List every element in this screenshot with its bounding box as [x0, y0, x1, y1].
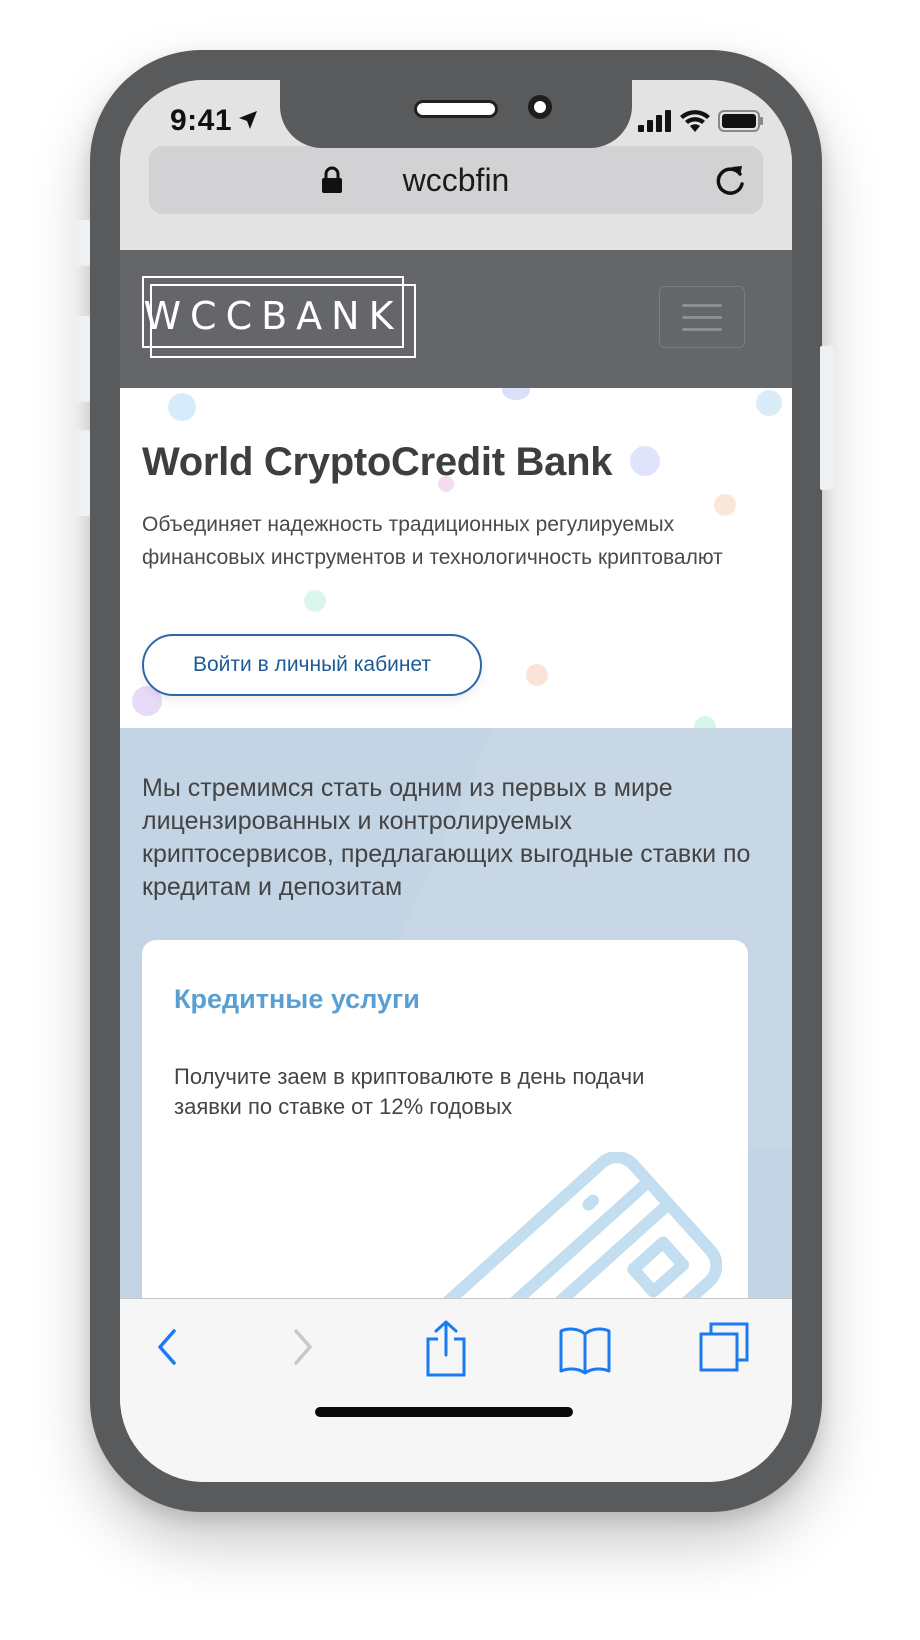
login-cabinet-button[interactable]: Войти в личный кабинет [142, 634, 482, 696]
decorative-dot [502, 388, 530, 400]
credit-services-card[interactable]: Кредитные услуги Получите заем в криптов… [142, 940, 748, 1318]
site-header: WCCBANK [120, 250, 792, 388]
home-indicator[interactable] [315, 1407, 573, 1417]
card-title: Кредитные услуги [174, 984, 420, 1014]
hero-section: World CryptoCredit Bank Объединяет надеж… [120, 388, 792, 728]
wccbank-logo[interactable]: WCCBANK [142, 276, 416, 358]
decorative-dot [168, 393, 196, 421]
mission-text: Мы стремимся стать одним из первых в мир… [142, 774, 751, 901]
address-bar[interactable]: wccbfin [149, 146, 763, 214]
battery-icon [718, 110, 763, 132]
volume-down-button [76, 430, 90, 516]
logo-text: WCCBANK [143, 294, 403, 338]
card-text: Получите заем в криптовалюте в день пода… [174, 1064, 645, 1119]
bookmarks-icon[interactable] [558, 1325, 612, 1375]
hero-title: World CryptoCredit Bank [142, 440, 613, 484]
mission-section: Мы стремимся стать одним из первых в мир… [120, 728, 792, 1318]
signal-icon [638, 110, 671, 132]
tabs-icon[interactable] [698, 1321, 750, 1373]
status-time: 9:41 [170, 104, 233, 137]
credit-card-icon [435, 1152, 722, 1318]
speaker [414, 100, 498, 118]
status-indicators [638, 110, 764, 132]
decorative-dot [756, 390, 782, 416]
decorative-dot [630, 446, 660, 476]
forward-icon[interactable] [290, 1325, 316, 1369]
share-icon[interactable] [424, 1319, 468, 1377]
hamburger-icon [682, 315, 722, 319]
notch [280, 80, 632, 148]
volume-up-button [76, 316, 90, 402]
location-arrow-icon [239, 111, 257, 129]
front-camera [528, 95, 552, 119]
decorative-dot [694, 716, 716, 728]
wifi-icon [680, 110, 710, 132]
browser-toolbar [120, 1298, 792, 1482]
silent-switch [76, 220, 90, 266]
power-button [820, 346, 834, 490]
hamburger-icon [682, 327, 722, 331]
hamburger-icon [682, 303, 722, 307]
reload-icon[interactable] [713, 162, 747, 198]
screen: 9:41 wccbfin WCCBANK World CryptoCredit … [120, 80, 792, 1482]
decorative-dot [304, 590, 326, 612]
url-text: wccbfin [402, 162, 510, 198]
back-icon[interactable] [154, 1325, 180, 1369]
hero-subtitle: Объединяет надежность традиционных регул… [142, 513, 723, 569]
decorative-dot [526, 664, 548, 686]
menu-button[interactable] [659, 286, 745, 348]
